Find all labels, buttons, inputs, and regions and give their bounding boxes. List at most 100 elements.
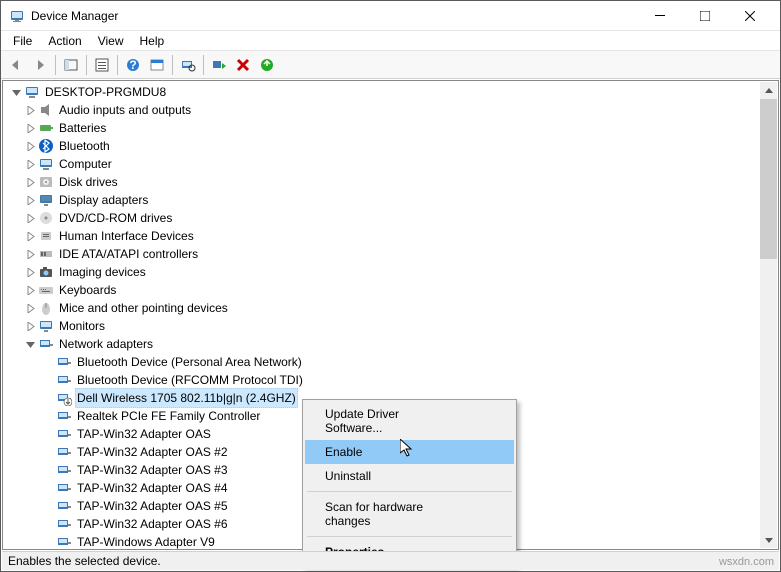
uninstall-button[interactable]	[232, 54, 254, 76]
device-label: TAP-Win32 Adapter OAS	[75, 425, 213, 443]
tree-category-node[interactable]: IDE ATA/ATAPI controllers	[23, 245, 778, 263]
expand-icon[interactable]	[23, 193, 37, 207]
tree-device-node[interactable]: Bluetooth Device (RFCOMM Protocol TDI)	[41, 371, 778, 389]
tree-device-node[interactable]: Bluetooth Device (Personal Area Network)	[41, 353, 778, 371]
close-button[interactable]	[727, 1, 772, 30]
scan-hardware-button[interactable]	[177, 54, 199, 76]
collapse-icon[interactable]	[23, 337, 37, 351]
tree-category-node[interactable]: Bluetooth	[23, 137, 778, 155]
properties-button[interactable]	[91, 54, 113, 76]
spacer	[41, 391, 55, 405]
menu-action[interactable]: Action	[40, 32, 89, 50]
menubar: File Action View Help	[1, 31, 780, 51]
category-label: Display adapters	[57, 191, 150, 209]
forward-button[interactable]	[29, 54, 51, 76]
device-label: Bluetooth Device (Personal Area Network)	[75, 353, 304, 371]
network-adapter-icon	[56, 462, 72, 478]
mouse-icon	[38, 300, 54, 316]
disk-icon	[38, 174, 54, 190]
device-label: TAP-Win32 Adapter OAS #6	[75, 515, 230, 533]
window-title: Device Manager	[31, 9, 637, 23]
ctx-uninstall[interactable]: Uninstall	[305, 464, 514, 488]
watermark: wsxdn.com	[719, 556, 774, 568]
scroll-thumb[interactable]	[760, 99, 777, 259]
category-label: Mice and other pointing devices	[57, 299, 230, 317]
display-icon	[38, 192, 54, 208]
bluetooth-icon	[38, 138, 54, 154]
network-adapter-icon	[56, 534, 72, 550]
category-label: IDE ATA/ATAPI controllers	[57, 245, 200, 263]
network-adapter-icon	[56, 498, 72, 514]
category-label: Computer	[57, 155, 114, 173]
enable-button[interactable]	[208, 54, 230, 76]
tree-category-node[interactable]: Batteries	[23, 119, 778, 137]
category-label: Imaging devices	[57, 263, 148, 281]
tree-category-node[interactable]: Disk drives	[23, 173, 778, 191]
ctx-enable[interactable]: Enable	[305, 440, 514, 464]
action-button[interactable]	[146, 54, 168, 76]
ctx-update-driver[interactable]: Update Driver Software...	[305, 402, 514, 440]
category-label: Monitors	[57, 317, 107, 335]
device-label: Realtek PCIe FE Family Controller	[75, 407, 262, 425]
expand-icon[interactable]	[23, 175, 37, 189]
back-button[interactable]	[5, 54, 27, 76]
expand-icon[interactable]	[23, 103, 37, 117]
spacer	[41, 373, 55, 387]
show-hide-tree-button[interactable]	[60, 54, 82, 76]
network-adapter-icon	[56, 408, 72, 424]
update-button[interactable]	[256, 54, 278, 76]
category-label: Network adapters	[57, 335, 155, 353]
ctx-scan[interactable]: Scan for hardware changes	[305, 495, 514, 533]
monitor-icon	[38, 318, 54, 334]
expand-icon[interactable]	[23, 121, 37, 135]
tree-category-node[interactable]: Monitors	[23, 317, 778, 335]
help-button[interactable]: ?	[122, 54, 144, 76]
expand-icon[interactable]	[23, 157, 37, 171]
expand-icon[interactable]	[23, 265, 37, 279]
menu-help[interactable]: Help	[132, 32, 173, 50]
expand-icon[interactable]	[23, 229, 37, 243]
scroll-down-button[interactable]	[760, 531, 777, 548]
maximize-button[interactable]	[682, 1, 727, 30]
minimize-button[interactable]	[637, 1, 682, 30]
tree-category-node[interactable]: Mice and other pointing devices	[23, 299, 778, 317]
scroll-up-button[interactable]	[760, 82, 777, 99]
audio-icon	[38, 102, 54, 118]
network-adapter-icon	[56, 426, 72, 442]
network-adapter-icon	[56, 444, 72, 460]
tree-category-node[interactable]: DVD/CD-ROM drives	[23, 209, 778, 227]
network-adapter-icon	[56, 390, 72, 406]
category-label: DVD/CD-ROM drives	[57, 209, 174, 227]
expand-icon[interactable]	[9, 85, 23, 99]
computer-icon	[24, 84, 40, 100]
expand-icon[interactable]	[23, 211, 37, 225]
menu-file[interactable]: File	[5, 32, 40, 50]
device-label: TAP-Windows Adapter V9	[75, 533, 217, 550]
spacer	[41, 445, 55, 459]
expand-icon[interactable]	[23, 247, 37, 261]
tree-category-node[interactable]: Keyboards	[23, 281, 778, 299]
spacer	[41, 427, 55, 441]
spacer	[41, 517, 55, 531]
device-label: Bluetooth Device (RFCOMM Protocol TDI)	[75, 371, 305, 389]
network-adapter-icon	[56, 480, 72, 496]
tree-category-node[interactable]: Network adapters	[23, 335, 778, 353]
tree-category-node[interactable]: Display adapters	[23, 191, 778, 209]
expand-icon[interactable]	[23, 283, 37, 297]
category-label: Keyboards	[57, 281, 118, 299]
svg-text:?: ?	[129, 58, 136, 72]
tree-root-node[interactable]: DESKTOP-PRGMDU8	[5, 83, 778, 101]
expand-icon[interactable]	[23, 301, 37, 315]
tree-category-node[interactable]: Human Interface Devices	[23, 227, 778, 245]
expand-icon[interactable]	[23, 139, 37, 153]
vertical-scrollbar[interactable]	[760, 82, 777, 548]
category-label: Batteries	[57, 119, 108, 137]
tree-category-node[interactable]: Audio inputs and outputs	[23, 101, 778, 119]
menu-view[interactable]: View	[90, 32, 132, 50]
expand-icon[interactable]	[23, 319, 37, 333]
tree-category-node[interactable]: Computer	[23, 155, 778, 173]
tree-category-node[interactable]: Imaging devices	[23, 263, 778, 281]
spacer	[41, 481, 55, 495]
toolbar: ?	[1, 51, 780, 79]
spacer	[41, 355, 55, 369]
